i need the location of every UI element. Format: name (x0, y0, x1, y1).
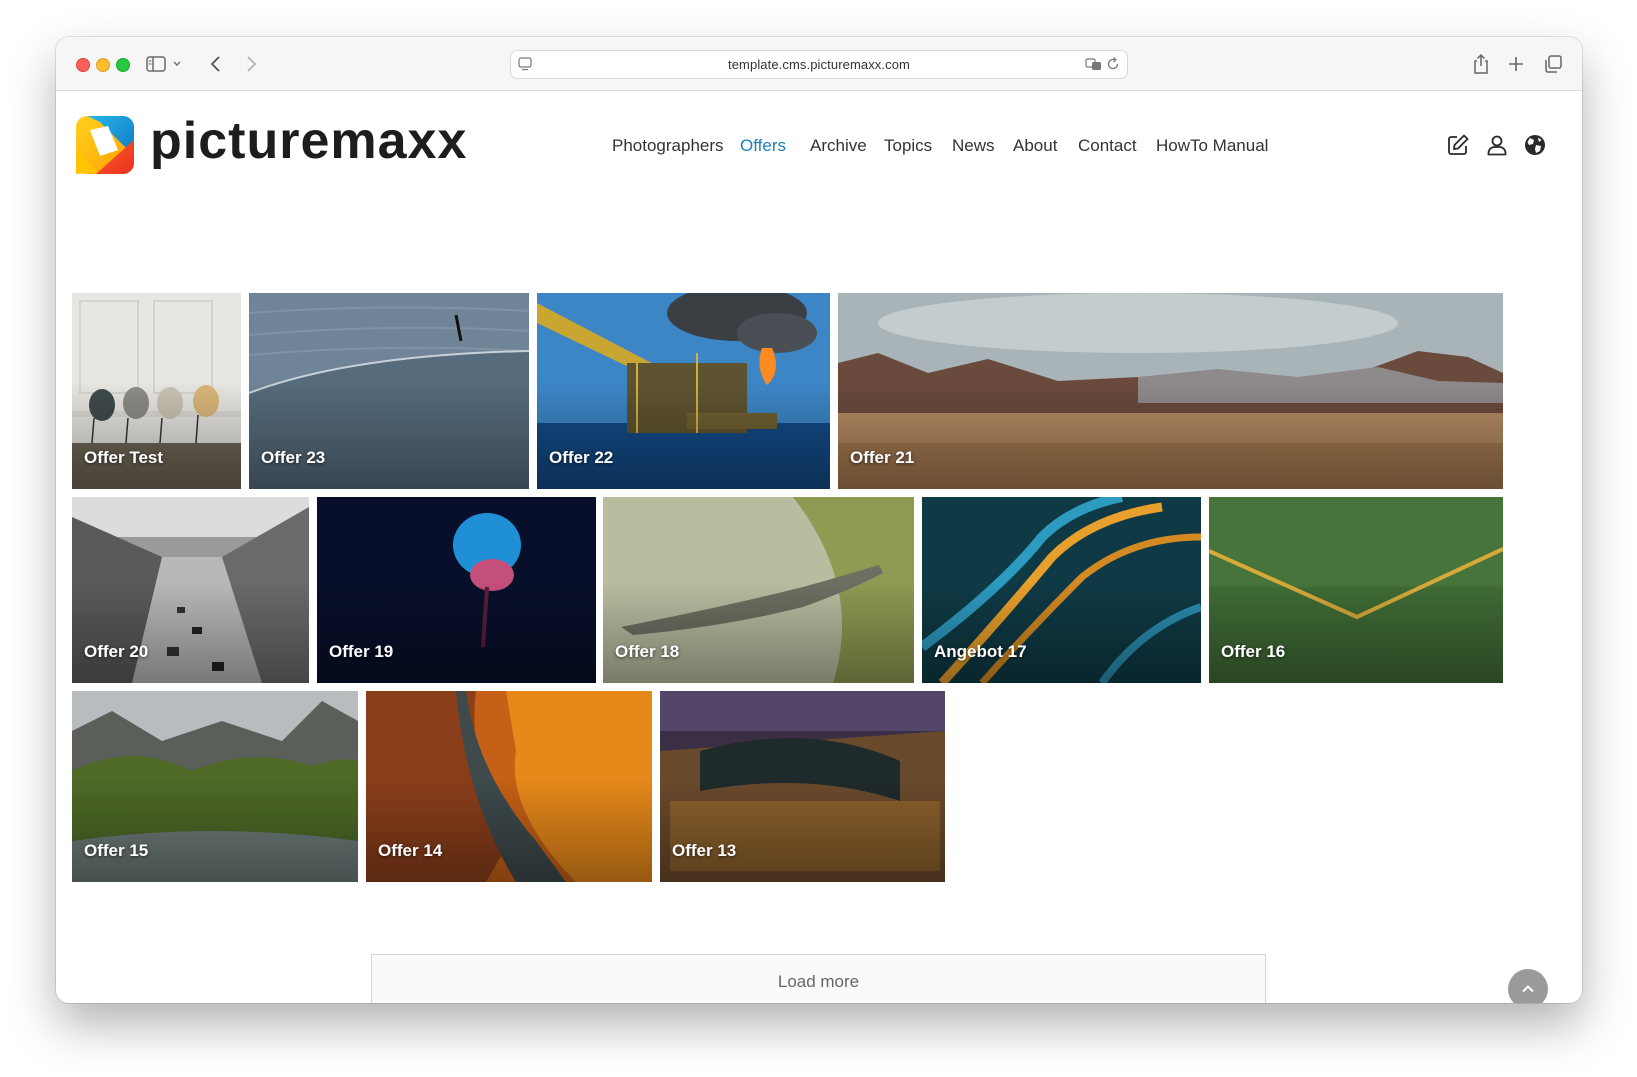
close-window-button[interactable] (76, 58, 90, 72)
picturemaxx-logo-icon[interactable] (76, 116, 134, 174)
minimize-window-button[interactable] (96, 58, 110, 72)
tile-label: Offer 21 (850, 448, 915, 467)
offer-tile[interactable]: Offer 22 (537, 293, 830, 489)
offer-tile[interactable]: Offer Test (72, 293, 241, 489)
zoom-window-button[interactable] (116, 58, 130, 72)
nav-offers[interactable]: Offers (740, 136, 786, 156)
chevron-up-icon (1522, 985, 1534, 993)
browser-window: template.cms.picturemaxx.com picturemaxx… (56, 37, 1582, 1003)
tile-overlay (603, 580, 914, 683)
tab-overview-icon[interactable] (1541, 52, 1565, 76)
user-icon[interactable] (1484, 132, 1510, 158)
tile-label: Angebot 17 (934, 642, 1027, 661)
nav-contact[interactable]: Contact (1078, 136, 1137, 156)
nav-howto-manual[interactable]: HowTo Manual (1156, 136, 1268, 156)
nav-archive[interactable]: Archive (810, 136, 867, 156)
load-more-button[interactable]: Load more (371, 954, 1266, 1003)
reload-icon[interactable] (1105, 56, 1121, 77)
tile-overlay (72, 776, 358, 882)
offer-tile[interactable]: Offer 15 (72, 691, 358, 882)
offer-tile[interactable]: Offer 18 (603, 497, 914, 683)
tile-label: Offer 16 (1221, 642, 1286, 661)
nav-photographers[interactable]: Photographers (612, 136, 724, 156)
tile-overlay (922, 580, 1201, 683)
tile-overlay (1209, 580, 1503, 683)
site-logo-text[interactable]: picturemaxx (150, 109, 467, 173)
edit-icon[interactable] (1445, 132, 1471, 158)
tile-label: Offer Test (84, 448, 164, 467)
browser-toolbar: template.cms.picturemaxx.com (56, 37, 1582, 91)
tile-overlay (838, 381, 1503, 489)
tile-overlay (660, 776, 945, 882)
tile-label: Offer 18 (615, 642, 680, 661)
nav-about[interactable]: About (1013, 136, 1057, 156)
nav-news[interactable]: News (952, 136, 995, 156)
tile-overlay (366, 776, 652, 882)
tile-label: Offer 23 (261, 448, 326, 467)
offer-tile[interactable]: Offer 16 (1209, 497, 1503, 683)
tile-label: Offer 20 (84, 642, 149, 661)
offer-tile[interactable]: Offer 19 (317, 497, 596, 683)
offer-tile[interactable]: Offer 21 (838, 293, 1503, 489)
offer-tile[interactable]: Offer 23 (249, 293, 529, 489)
web-page: picturemaxx Photographers Offers Archive… (56, 91, 1582, 1003)
sidebar-toggle-icon[interactable] (145, 52, 185, 76)
tile-label: Offer 15 (84, 841, 149, 860)
translate-icon[interactable] (1085, 56, 1103, 77)
nav-topics[interactable]: Topics (884, 136, 932, 156)
tile-label: Offer 13 (672, 841, 737, 860)
tile-label: Offer 14 (378, 841, 443, 860)
offer-tile[interactable]: Offer 20 (72, 497, 309, 683)
offer-tile[interactable]: Offer 14 (366, 691, 652, 882)
offer-tile[interactable]: Offer 13 (660, 691, 945, 882)
url-text: template.cms.picturemaxx.com (728, 57, 910, 72)
tile-overlay (72, 381, 241, 489)
back-icon[interactable] (204, 52, 228, 76)
address-bar[interactable]: template.cms.picturemaxx.com (510, 50, 1128, 79)
forward-icon[interactable] (239, 52, 263, 76)
tile-overlay (249, 381, 529, 489)
tile-label: Offer 19 (329, 642, 394, 661)
tile-overlay (537, 381, 830, 489)
share-icon[interactable] (1469, 52, 1493, 76)
new-tab-icon[interactable] (1504, 52, 1528, 76)
offer-tile[interactable]: Angebot 17 (922, 497, 1201, 683)
tile-label: Offer 22 (549, 448, 614, 467)
globe-icon[interactable] (1522, 132, 1548, 158)
scroll-to-top-button[interactable] (1508, 969, 1548, 1003)
tile-overlay (72, 580, 309, 683)
tile-overlay (317, 580, 596, 683)
